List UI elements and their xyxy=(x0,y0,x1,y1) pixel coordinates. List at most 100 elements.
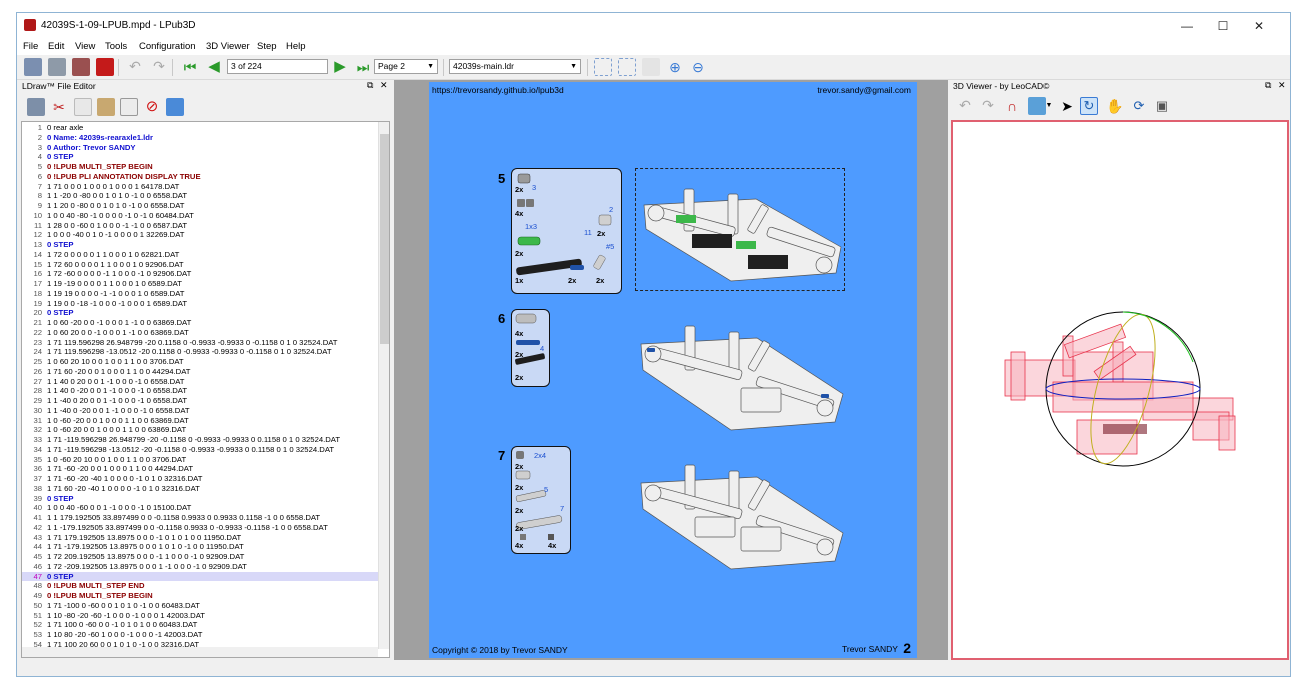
select-pointer-icon[interactable]: ➤ xyxy=(1058,97,1076,115)
menu-file[interactable]: File xyxy=(23,41,38,52)
fit-visible-icon[interactable] xyxy=(618,58,636,76)
editor-line[interactable]: 5 0 !LPUB MULTI_STEP BEGIN xyxy=(22,162,378,172)
delete-icon[interactable]: ⊘ xyxy=(143,98,161,116)
editor-line[interactable]: 31 1 0 -60 -20 0 0 1 0 0 0 1 1 0 0 63869.… xyxy=(22,416,378,426)
editor-line[interactable]: 49 0 !LPUB MULTI_STEP BEGIN xyxy=(22,591,378,601)
dock-close-icon[interactable]: ✕ xyxy=(1278,80,1286,91)
save-icon[interactable] xyxy=(48,58,66,76)
editor-line[interactable]: 26 1 71 60 -20 0 0 1 0 0 0 1 1 0 0 44294.… xyxy=(22,367,378,377)
editor-line[interactable]: 13 0 STEP xyxy=(22,240,378,250)
export-pdf-icon[interactable] xyxy=(96,58,114,76)
model-select[interactable]: 42039s-main.ldr ▼ xyxy=(449,59,581,74)
editor-line[interactable]: 3 0 Author: Trevor SANDY xyxy=(22,143,378,153)
editor-line[interactable]: 19 1 19 0 0 -18 -1 0 0 0 -1 0 0 0 1 6589.… xyxy=(22,299,378,309)
editor-line[interactable]: 28 1 1 40 0 -20 0 0 1 -1 0 0 0 -1 0 6558.… xyxy=(22,386,378,396)
editor-line[interactable]: 14 1 72 0 0 0 0 0 1 1 0 0 0 1 0 62821.DAT xyxy=(22,250,378,260)
pan-hand-icon[interactable]: ✋ xyxy=(1106,97,1124,115)
open-icon[interactable] xyxy=(24,58,42,76)
page-select[interactable]: Page 2 ▼ xyxy=(374,59,438,74)
editor-vertical-scrollbar[interactable] xyxy=(378,122,389,649)
last-page-icon[interactable]: ⏭ xyxy=(354,58,372,76)
editor-line[interactable]: 40 1 0 0 40 -60 0 0 1 -1 0 0 0 -1 0 15100… xyxy=(22,503,378,513)
editor-line[interactable]: 16 1 72 -60 0 0 0 0 -1 1 0 0 0 -1 0 92906… xyxy=(22,269,378,279)
ldraw-text-editor[interactable]: 1 0 rear axle 2 0 Name: 42039s-rearaxle1.ld… xyxy=(21,121,390,658)
actual-size-icon[interactable] xyxy=(642,58,660,76)
menu-tools[interactable]: Tools xyxy=(105,41,127,52)
refresh-icon[interactable] xyxy=(166,98,184,116)
editor-line[interactable]: 10 1 0 0 40 -80 -1 0 0 0 0 -1 0 -1 0 6048… xyxy=(22,211,378,221)
3d-viewport[interactable] xyxy=(951,120,1289,660)
orbit-icon[interactable]: ⟳ xyxy=(1130,97,1148,115)
editor-line[interactable]: 15 1 72 60 0 0 0 0 1 1 0 0 0 1 0 92906.DA… xyxy=(22,260,378,270)
snap-magnet-icon[interactable]: ∩ xyxy=(1003,97,1021,115)
editor-horizontal-scrollbar[interactable] xyxy=(22,647,378,657)
cut-icon[interactable]: ✂ xyxy=(50,98,68,116)
dropdown-arrow-icon[interactable]: ▼ xyxy=(1045,97,1053,115)
editor-line[interactable]: 52 1 71 100 0 -60 0 0 -1 0 1 0 1 0 0 6048… xyxy=(22,620,378,630)
parts-list-step-7[interactable]: 2x4 2x 2x 5 2x 7 2x 4x 4x xyxy=(511,446,571,554)
editor-line[interactable]: 8 1 1 -20 0 -80 0 0 1 0 1 0 -1 0 0 6558.D… xyxy=(22,191,378,201)
editor-line[interactable]: 21 1 0 60 -20 0 0 -1 0 0 0 1 -1 0 0 63869… xyxy=(22,318,378,328)
editor-line[interactable]: 43 1 71 179.192505 13.8975 0 0 0 -1 0 1 0… xyxy=(22,533,378,543)
step-5-assembly-image[interactable] xyxy=(635,168,845,291)
editor-line[interactable]: 32 1 0 -60 20 0 0 1 0 0 0 1 1 0 0 63869.D… xyxy=(22,425,378,435)
editor-line[interactable]: 1 0 rear axle xyxy=(22,123,378,133)
menu-step[interactable]: Step xyxy=(257,41,277,52)
maximize-icon[interactable]: ☐ xyxy=(1206,13,1240,39)
instruction-page[interactable]: https://trevorsandy.github.io/lpub3d tre… xyxy=(429,82,917,658)
scrollbar-thumb[interactable] xyxy=(380,134,389,344)
undock-icon[interactable]: ⧉ xyxy=(1265,80,1271,91)
zoom-out-icon[interactable]: ⊖ xyxy=(689,58,707,76)
rotate-view-icon[interactable]: ↻ xyxy=(1080,97,1098,115)
editor-line[interactable]: 30 1 1 -40 0 -20 0 0 1 -1 0 0 0 -1 0 6558… xyxy=(22,406,378,416)
zoom-extents-icon[interactable]: ▣ xyxy=(1153,97,1171,115)
editor-line[interactable]: 39 0 STEP xyxy=(22,494,378,504)
editor-line[interactable]: 25 1 0 60 20 10 0 0 1 0 0 1 1 0 0 3706.DA… xyxy=(22,357,378,367)
editor-line[interactable]: 18 1 19 19 0 0 0 0 -1 -1 0 0 0 1 0 6589.D… xyxy=(22,289,378,299)
editor-line[interactable]: 53 1 10 80 -20 -60 1 0 0 0 -1 0 0 0 -1 42… xyxy=(22,630,378,640)
editor-line[interactable]: 44 1 71 -179.192505 13.8975 0 0 0 1 0 1 0… xyxy=(22,542,378,552)
editor-line[interactable]: 4 0 STEP xyxy=(22,152,378,162)
copy-icon[interactable] xyxy=(74,98,92,116)
editor-line[interactable]: 36 1 71 -60 -20 0 0 1 0 0 0 1 1 0 0 44294… xyxy=(22,464,378,474)
close-icon[interactable]: ✕ xyxy=(1242,13,1276,39)
editor-line[interactable]: 7 1 71 0 0 0 1 0 0 0 1 0 0 0 1 64178.DAT xyxy=(22,182,378,192)
menu-help[interactable]: Help xyxy=(286,41,306,52)
menu-3d-viewer[interactable]: 3D Viewer xyxy=(206,41,250,52)
editor-line[interactable]: 12 1 0 0 0 -40 0 1 0 -1 0 0 0 0 1 32269.D… xyxy=(22,230,378,240)
editor-line[interactable]: 37 1 71 -60 -20 -40 1 0 0 0 0 -1 0 1 0 32… xyxy=(22,474,378,484)
editor-line[interactable]: 22 1 0 60 20 0 0 -1 0 0 0 1 -1 0 0 63869.… xyxy=(22,328,378,338)
editor-line[interactable]: 27 1 1 40 0 20 0 0 1 -1 0 0 0 -1 0 6558.D… xyxy=(22,377,378,387)
parts-list-step-5[interactable]: 2x 3 4x 1x3 2x 2 2x 11 1x 2x #5 2x xyxy=(511,168,622,294)
editor-line[interactable]: 24 1 71 119.596298 -13.0512 -20 0.1158 0 … xyxy=(22,347,378,357)
paste-icon[interactable] xyxy=(97,98,115,116)
step-number[interactable]: 6 xyxy=(498,311,505,326)
step-number[interactable]: 5 xyxy=(498,171,505,186)
editor-line[interactable]: 11 1 28 0 0 -60 0 1 0 0 0 -1 -1 0 0 6587.… xyxy=(22,221,378,231)
page-number-field[interactable]: 3 of 224 xyxy=(227,59,328,74)
editor-line[interactable]: 35 1 0 -60 20 10 0 0 1 0 0 1 1 0 0 3706.D… xyxy=(22,455,378,465)
step-7-assembly-image[interactable] xyxy=(635,447,845,597)
undo-icon[interactable]: ↶ xyxy=(126,58,144,76)
editor-line[interactable]: 50 1 71 -100 0 -60 0 0 1 0 1 0 -1 0 0 604… xyxy=(22,601,378,611)
minimize-icon[interactable]: — xyxy=(1170,13,1204,39)
editor-line[interactable]: 17 1 19 -19 0 0 0 0 1 1 0 0 0 1 0 6589.DA… xyxy=(22,279,378,289)
editor-line[interactable]: 29 1 1 -40 0 20 0 0 1 -1 0 0 0 -1 0 6558.… xyxy=(22,396,378,406)
undo-icon[interactable]: ↶ xyxy=(956,97,974,115)
menu-edit[interactable]: Edit xyxy=(48,41,64,52)
editor-line[interactable]: 23 1 71 119.596298 26.948799 -20 0.1158 0… xyxy=(22,338,378,348)
editor-line[interactable]: 20 0 STEP xyxy=(22,308,378,318)
first-page-icon[interactable]: ⏮ xyxy=(181,58,199,76)
editor-line[interactable]: 38 1 71 60 -20 -40 1 0 0 0 0 -1 0 1 0 323… xyxy=(22,484,378,494)
previous-page-icon[interactable]: ◀ xyxy=(205,58,223,76)
editor-line[interactable]: 48 0 !LPUB MULTI_STEP END xyxy=(22,581,378,591)
dock-close-icon[interactable]: ✕ xyxy=(380,80,388,91)
step-6-assembly-image[interactable] xyxy=(635,308,845,458)
redo-icon[interactable]: ↷ xyxy=(150,58,168,76)
editor-line[interactable]: 41 1 1 179.192505 33.897499 0 0 -0.1158 0… xyxy=(22,513,378,523)
zoom-in-icon[interactable]: ⊕ xyxy=(666,58,684,76)
editor-save-icon[interactable] xyxy=(27,98,45,116)
undock-icon[interactable]: ⧉ xyxy=(367,80,373,91)
fit-width-icon[interactable] xyxy=(594,58,612,76)
menu-configuration[interactable]: Configuration xyxy=(139,41,196,52)
